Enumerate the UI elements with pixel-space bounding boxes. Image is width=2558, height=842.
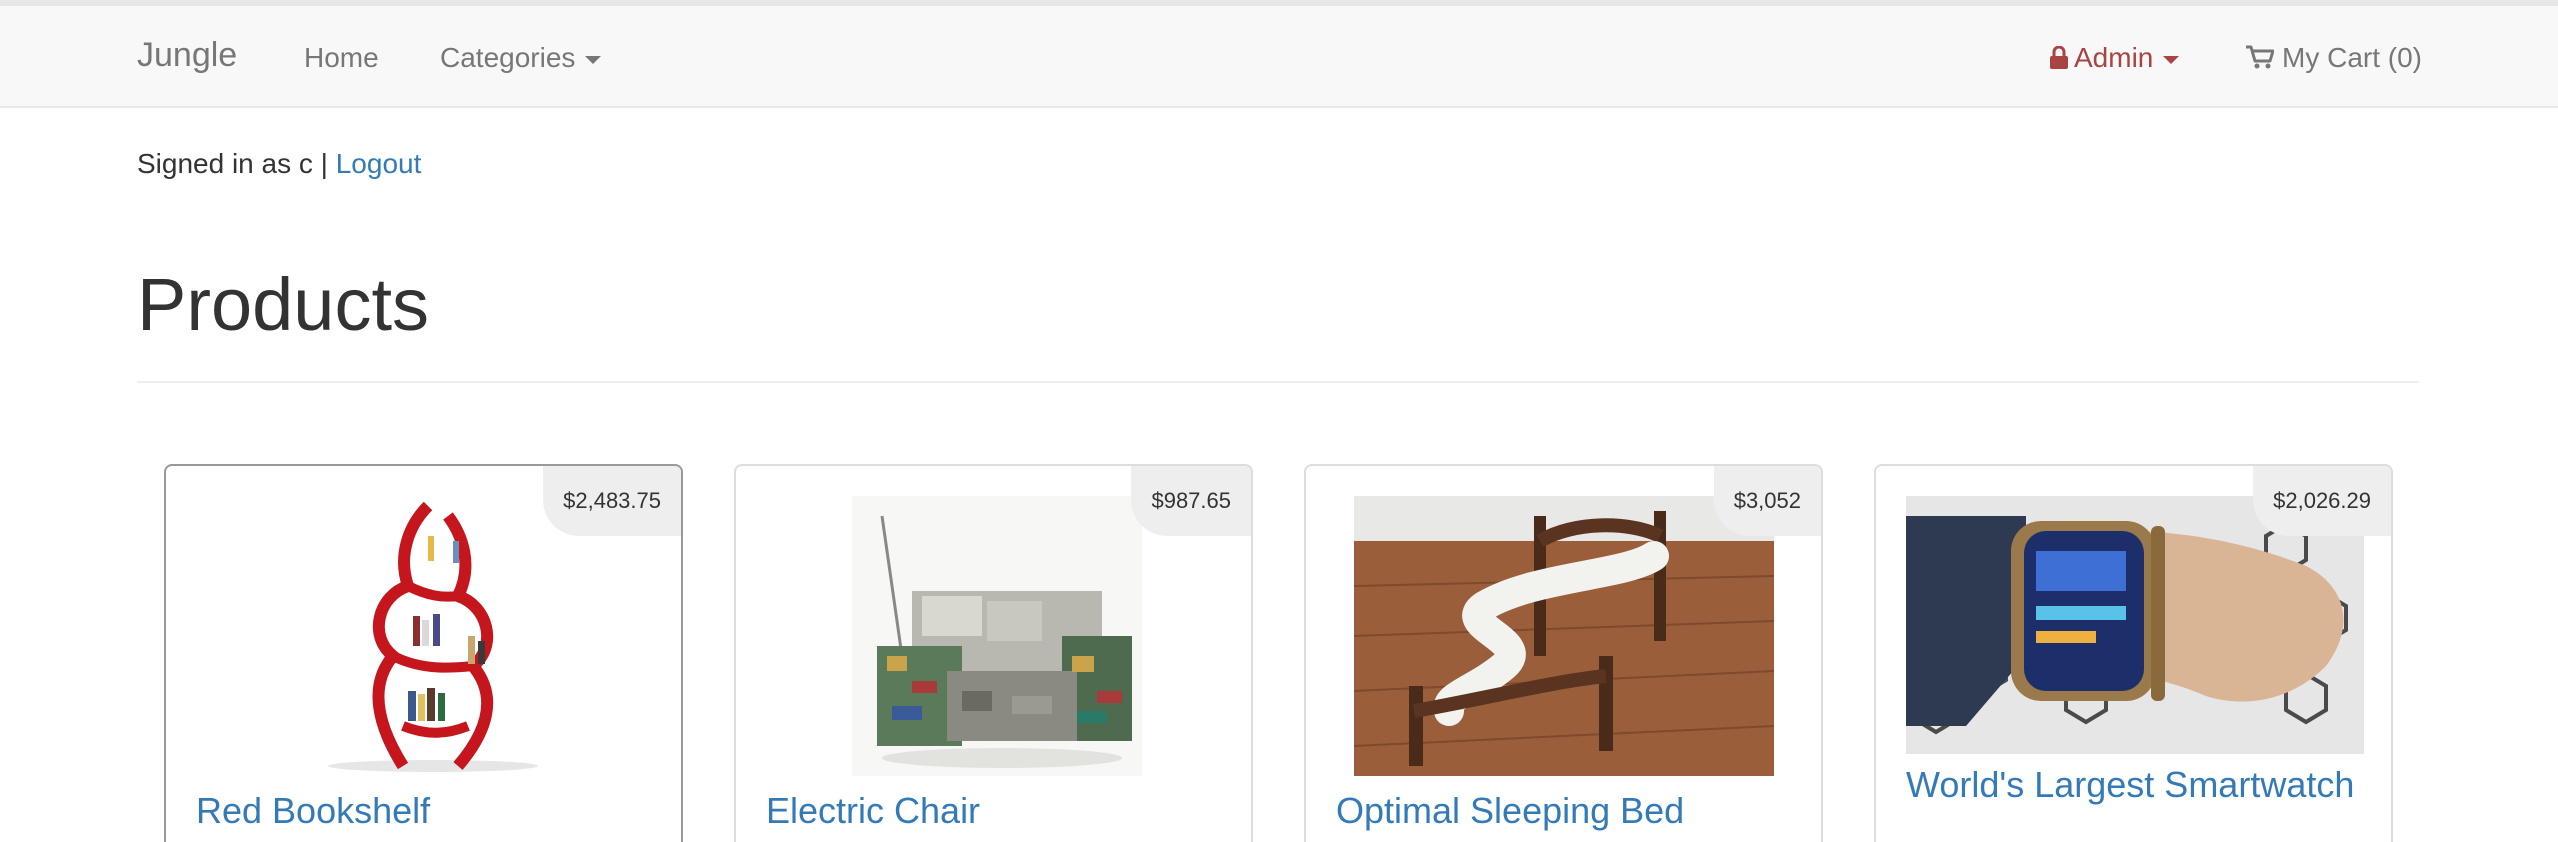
product-image	[308, 496, 543, 776]
chevron-down-icon	[2163, 55, 2180, 64]
cart-icon	[2246, 45, 2274, 69]
signed-in-text: Signed in as c |	[137, 148, 328, 179]
categories-label: Categories	[440, 42, 576, 73]
admin-label: Admin	[2074, 42, 2154, 73]
product-card[interactable]: $987.65 Electric Chair	[734, 464, 1253, 842]
product-image	[852, 496, 1142, 776]
page-title: Products	[137, 263, 430, 346]
brand-link[interactable]: Jungle	[137, 36, 237, 75]
nav-admin-dropdown[interactable]: Admin	[2050, 42, 2180, 74]
nav-home-link[interactable]: Home	[304, 42, 379, 74]
product-card[interactable]: $3,052 Optimal Sleeping Bed	[1304, 464, 1823, 842]
nav-cart-link[interactable]: My Cart (0)	[2246, 42, 2422, 74]
divider	[137, 381, 2419, 383]
product-name-link[interactable]: Optimal Sleeping Bed	[1336, 792, 1684, 830]
product-card[interactable]: $2,026.29 World's Largest Smartwatch	[1874, 464, 2393, 842]
navbar: Jungle Home Categories Admin My Cart (0)	[0, 6, 2558, 108]
product-name-link[interactable]: Electric Chair	[766, 792, 980, 830]
product-name-link[interactable]: Red Bookshelf	[196, 792, 430, 830]
price-badge: $3,052	[1713, 466, 1821, 536]
signed-in-status: Signed in as c | Logout	[137, 148, 421, 180]
chevron-down-icon	[585, 55, 602, 64]
product-card[interactable]: $2,483.75 Red Bookshelf	[164, 464, 683, 842]
cart-label: My Cart (0)	[2282, 42, 2422, 73]
price-badge: $2,483.75	[543, 466, 681, 536]
product-name-link[interactable]: World's Largest Smartwatch	[1906, 766, 2354, 804]
product-image	[1354, 496, 1774, 776]
nav-categories-dropdown[interactable]: Categories	[440, 42, 602, 74]
logout-link[interactable]: Logout	[336, 148, 422, 179]
lock-icon	[2050, 46, 2068, 69]
price-badge: $2,026.29	[2253, 466, 2391, 536]
price-badge: $987.65	[1131, 466, 1251, 536]
